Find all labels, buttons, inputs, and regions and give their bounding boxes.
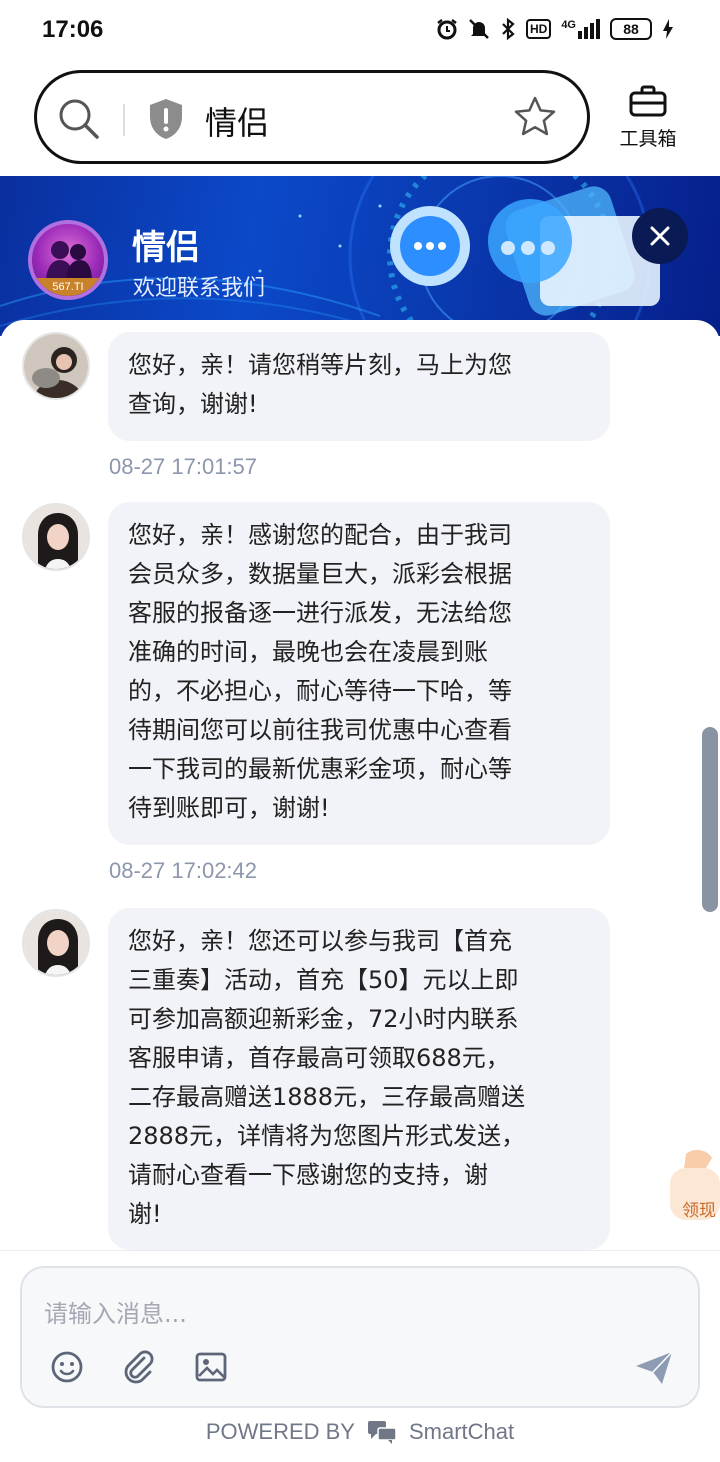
message-timestamp: 08-27 17:01:57 [109,454,258,479]
chat-scrollbar[interactable] [702,727,718,912]
chat-bubbles-icon [367,1421,397,1444]
image-icon[interactable] [194,1350,228,1384]
signal-icon [578,19,600,39]
bookmark-star-icon[interactable] [513,95,557,139]
brand-name: SmartChat [408,1419,515,1444]
status-time: 17:06 [42,16,104,43]
search-query[interactable]: 情侣 [205,98,269,144]
battery-indicator: 88 [610,18,652,40]
chat-banner: 567.TI 情侣 欢迎联系我们 [0,176,720,336]
status-bar: 17:06 HD 4G 88 [0,0,720,64]
status-icons: HD 4G 88 [436,18,674,40]
powered-by-footer: POWERED BY SmartChat [0,1419,720,1445]
powered-by-label: POWERED BY [205,1419,355,1444]
browser-header: 情侣 工具箱 [0,64,720,176]
message-input-placeholder[interactable]: 请输入消息... [44,1294,187,1329]
toolbox-icon [629,85,667,117]
message-bubble: 您好，亲！请您稍等片刻，马上为您 查询，谢谢! [108,332,610,441]
search-icon[interactable] [57,97,101,141]
network-label: 4G [561,19,600,39]
banner-decoration [0,176,660,336]
message-input[interactable]: 请输入消息... [20,1266,700,1408]
bluetooth-icon [502,18,515,40]
close-chat-button[interactable] [632,208,688,264]
cash-reward-label[interactable]: 领现 [682,1196,716,1221]
emoji-icon[interactable] [50,1350,84,1384]
message-bubble: 您好，亲！感谢您的配合，由于我司 会员众多，数据量巨大，派彩会根据 客服的报备逐… [108,502,610,845]
banner-avatar: 567.TI [28,220,108,300]
agent-avatar [22,503,90,571]
message-timestamp: 08-27 17:02:42 [109,858,258,883]
close-icon [650,226,670,246]
message-composer: 请输入消息... POWERED BY SmartChat [0,1250,720,1462]
alarm-icon [437,19,457,40]
search-bar[interactable]: 情侣 [34,70,590,164]
chat-messages[interactable]: 您好，亲！请您稍等片刻，马上为您 查询，谢谢! 08-27 17:01:57 您… [0,320,720,1250]
send-icon[interactable] [634,1350,674,1386]
toolbox-button[interactable]: 工具箱 [608,84,688,151]
search-divider [123,104,125,136]
chat-subtitle: 欢迎联系我们 [133,276,266,301]
attachment-icon[interactable] [122,1350,156,1384]
shield-warning-icon[interactable] [147,97,185,141]
network-type: 4G [561,19,576,31]
avatar-strip: 567.TI [32,278,104,296]
chat-title: 情侣 [132,228,200,268]
mute-icon [469,19,489,39]
charging-icon [663,19,673,39]
message-bubble: 您好，亲！您还可以参与我司【首充 三重奏】活动，首充【50】元以上即 可参加高额… [108,908,610,1250]
agent-avatar [22,332,90,400]
agent-avatar [22,909,90,977]
hd-badge: HD [525,19,552,39]
toolbox-label: 工具箱 [619,128,677,150]
